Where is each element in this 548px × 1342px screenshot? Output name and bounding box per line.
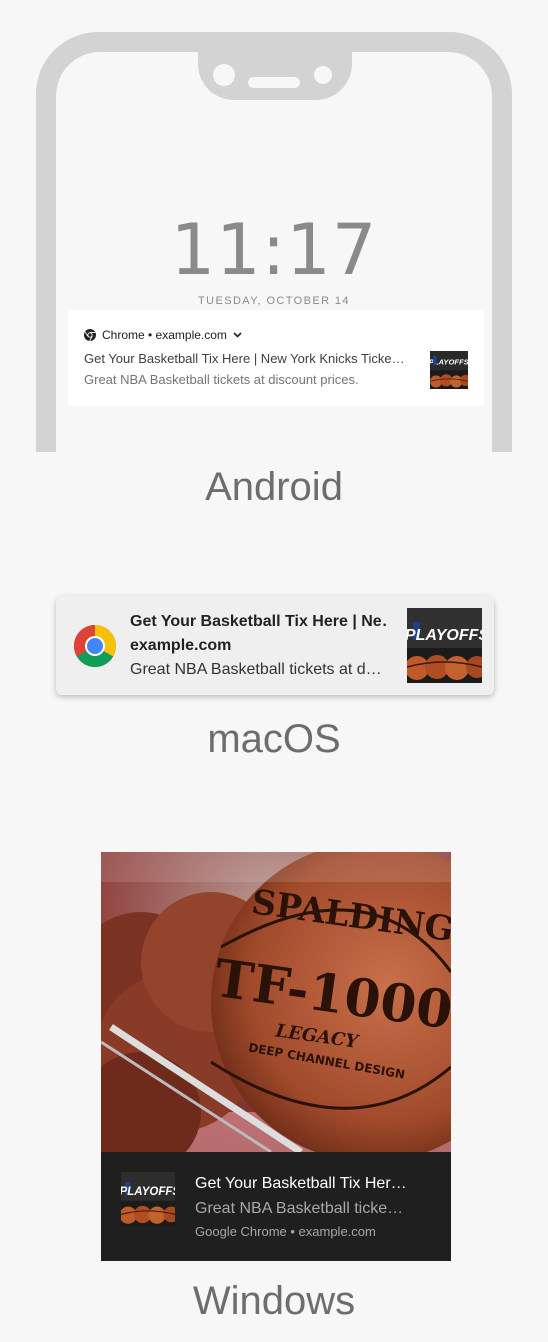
windows-notification-title: Get Your Basketball Tix Her…	[195, 1175, 407, 1192]
lockscreen-time: 11:17	[170, 209, 378, 291]
macos-label: macOS	[207, 717, 341, 761]
playoffs-thumbnail: PLAYOFFS	[407, 608, 482, 683]
playoffs-logo-text: PLAYOFFS	[121, 1186, 175, 1198]
windows-notification-attribution: Google Chrome • example.com	[195, 1224, 376, 1239]
lockscreen-date: TUESDAY, OCTOBER 14	[198, 295, 350, 307]
playoffs-logo-text: PLAYOFFS	[407, 627, 482, 644]
macos-notification-body: Great NBA Basketball tickets at d…	[130, 661, 382, 678]
android-notification-header: Chrome • example.com	[84, 327, 242, 343]
chrome-icon	[84, 329, 96, 341]
proximity-sensor	[314, 66, 332, 84]
macos-notification-title: Get Your Basketball Tix Here | Ne…	[130, 613, 386, 630]
android-notification-title: Get Your Basketball Tix Here | New York …	[84, 351, 405, 366]
macos-notification-site: example.com	[130, 637, 232, 654]
chevron-down-icon[interactable]	[233, 330, 242, 341]
earpiece-speaker	[248, 77, 300, 88]
windows-label: Windows	[192, 1279, 356, 1323]
front-camera	[213, 64, 235, 86]
playoffs-thumbnail: PLAYOFFS	[121, 1172, 175, 1226]
chrome-icon	[73, 625, 117, 668]
playoffs-thumbnail: PLAYOFFS	[430, 351, 468, 389]
windows-notification-body: Great NBA Basketball ticke…	[195, 1200, 404, 1217]
basketball-hero-image: SPALDING TF-1000 LEGACY DEEP CHANNEL DES…	[101, 852, 451, 1152]
android-notification-source: Chrome • example.com	[102, 328, 227, 342]
android-label: Android	[205, 465, 343, 509]
android-notification-body: Great NBA Basketball tickets at discount…	[84, 372, 359, 387]
